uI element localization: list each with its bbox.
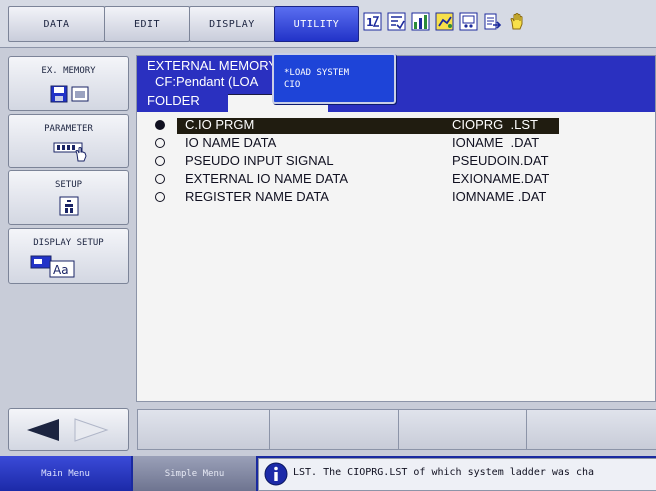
panel-icon[interactable] (459, 12, 478, 31)
file-row-iomname[interactable]: REGISTER NAME DATA IOMNAME .DAT (137, 189, 656, 207)
display-setup-icon: Aa (30, 255, 75, 278)
svg-text:Aa: Aa (53, 263, 69, 277)
parameter-button[interactable]: PARAMETER (8, 114, 129, 168)
tab-utility[interactable]: UTILITY (274, 6, 359, 42)
chart-icon[interactable] (411, 12, 430, 31)
file-name: IO NAME DATA (185, 135, 277, 150)
message-box: LST. The CIOPRG.LST of which system ladd… (258, 458, 656, 491)
tab-display[interactable]: DISPLAY (189, 6, 275, 42)
setup-button[interactable]: SETUP (8, 170, 129, 225)
header-device: CF:Pendant (LOA (155, 74, 259, 89)
page-arrows (8, 408, 129, 451)
file-filename: PSEUDOIN.DAT (452, 153, 549, 168)
parameter-label: PARAMETER (44, 124, 93, 134)
document-arrow-icon[interactable] (483, 12, 502, 31)
file-filename: IOMNAME .DAT (452, 189, 547, 204)
top-menu-bar: DATA EDIT DISPLAY UTILITY 1 (0, 0, 656, 48)
robot-dog-icon[interactable] (435, 12, 454, 31)
header-folder: FOLDER (147, 93, 200, 108)
main-menu-label: Main Menu (41, 468, 90, 479)
file-row-exioname[interactable]: EXTERNAL IO NAME DATA EXIONAME.DAT (137, 171, 656, 189)
display-setup-label: DISPLAY SETUP (33, 238, 104, 248)
message-text: LST. The CIOPRG.LST of which system ladd… (293, 467, 595, 478)
hand-icon[interactable] (507, 12, 526, 31)
setup-label: SETUP (54, 180, 83, 190)
parameter-icon (53, 142, 87, 162)
main-header: EXTERNAL MEMORY CF:Pendant (LOA FOLDER (137, 56, 655, 113)
radio[interactable] (155, 174, 165, 184)
radio[interactable] (155, 156, 165, 166)
file-name: PSEUDO INPUT SIGNAL (185, 153, 334, 168)
tab-utility-label: UTILITY (293, 18, 340, 30)
file-name: C.IO PRGM (185, 117, 255, 132)
file-row-pseudoin[interactable]: PSEUDO INPUT SIGNAL PSEUDOIN.DAT (137, 153, 656, 171)
radio-selected[interactable] (155, 120, 165, 130)
file-name: EXTERNAL IO NAME DATA (185, 171, 349, 186)
simple-menu-button[interactable]: Simple Menu (133, 456, 256, 491)
header-title: EXTERNAL MEMORY (147, 58, 278, 73)
menu-item-cio[interactable]: CIO (284, 80, 300, 90)
tab-edit[interactable]: EDIT (104, 6, 190, 42)
menu-item-load-system[interactable]: *LOAD SYSTEM (284, 68, 349, 78)
file-row-ioname[interactable]: IO NAME DATA IONAME .DAT (137, 135, 656, 153)
memory-icon (50, 85, 89, 103)
main-menu-button[interactable]: Main Menu (0, 456, 131, 491)
func-key-3[interactable] (398, 409, 528, 450)
radio[interactable] (155, 138, 165, 148)
func-key-1[interactable] (137, 409, 271, 450)
func-key-2[interactable] (269, 409, 400, 450)
tab-edit-label: EDIT (133, 18, 161, 30)
info-icon (264, 462, 288, 486)
ex-memory-button[interactable]: EX. MEMORY (8, 56, 129, 111)
radio[interactable] (155, 192, 165, 202)
setup-icon (59, 196, 79, 216)
svg-text:1: 1 (366, 16, 374, 29)
tab-data[interactable]: DATA (8, 6, 105, 42)
ex-memory-label: EX. MEMORY (41, 66, 96, 76)
display-setup-button[interactable]: DISPLAY SETUP Aa (8, 228, 129, 284)
utility-dropdown: *LOAD SYSTEM CIO (272, 53, 396, 104)
tab-data-label: DATA (43, 18, 70, 30)
file-name: REGISTER NAME DATA (185, 189, 329, 204)
file-filename: IONAME .DAT (452, 135, 540, 150)
file-filename: EXIONAME.DAT (452, 171, 550, 186)
file-filename: CIOPRG .LST (452, 117, 538, 132)
right-arrow-icon[interactable] (74, 418, 109, 442)
status-bar: Main Menu Simple Menu LST. The CIOPRG.LS… (0, 456, 656, 491)
job-check-icon[interactable] (387, 12, 406, 31)
main-panel: EXTERNAL MEMORY CF:Pendant (LOA FOLDER C… (136, 55, 656, 402)
func-key-4[interactable] (526, 409, 656, 450)
simple-menu-label: Simple Menu (164, 468, 225, 479)
file-row-cioprg[interactable]: C.IO PRGM CIOPRG .LST (137, 117, 656, 135)
io-icon[interactable]: 1 (363, 12, 382, 31)
left-arrow-icon[interactable] (27, 419, 59, 441)
tab-display-label: DISPLAY (209, 18, 255, 30)
